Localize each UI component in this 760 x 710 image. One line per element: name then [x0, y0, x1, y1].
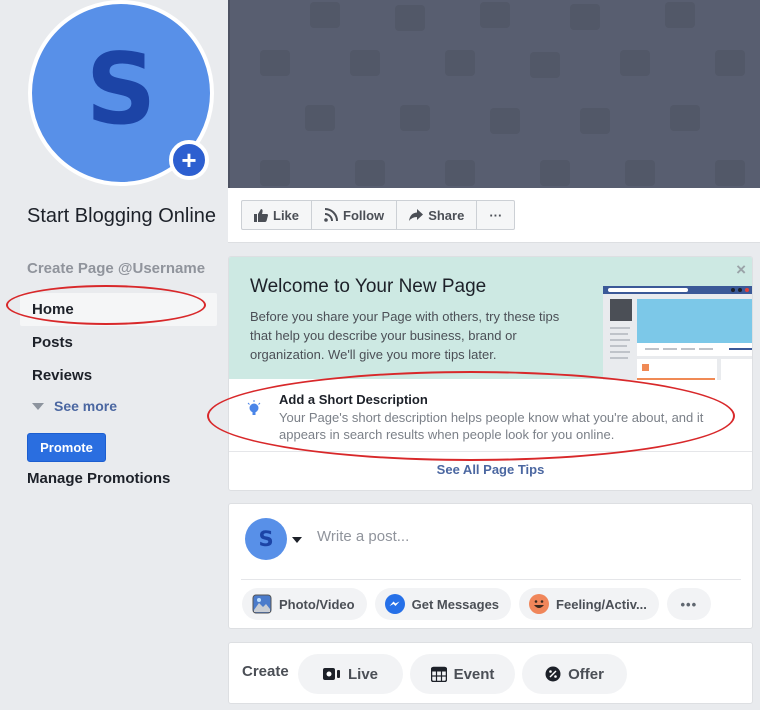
manage-promotions-link[interactable]: Manage Promotions	[27, 470, 170, 487]
more-dots-icon: ···	[489, 207, 503, 223]
cover-pattern	[400, 105, 430, 131]
more-dots-icon: •••	[680, 596, 698, 612]
rss-follow-icon	[324, 208, 339, 222]
cover-pattern	[350, 50, 380, 76]
photo-icon	[252, 594, 272, 614]
cover-pattern	[580, 108, 610, 134]
like-label: Like	[273, 207, 300, 223]
live-video-icon	[322, 668, 340, 680]
sidebar-item-home[interactable]: Home	[20, 293, 217, 326]
share-button[interactable]: Share	[397, 201, 478, 229]
sidebar-item-posts[interactable]: Posts	[20, 326, 217, 359]
see-more-label: See more	[54, 398, 118, 414]
sidebar-item-reviews[interactable]: Reviews	[20, 359, 217, 392]
cover-pattern	[665, 2, 695, 28]
live-label: Live	[347, 665, 378, 683]
follow-button[interactable]: Follow	[312, 201, 398, 229]
cover-pattern	[260, 50, 290, 76]
page-action-bar: Like Follow Share ···	[228, 188, 760, 243]
welcome-banner: Welcome to Your New Page Before you shar…	[229, 257, 752, 380]
tip-short-description[interactable]: Add a Short Description Your Page's shor…	[229, 379, 752, 452]
create-bar: Create Live Event Offer	[228, 642, 753, 704]
cover-pattern	[445, 50, 475, 76]
see-all-page-tips-link[interactable]: See All Page Tips	[229, 462, 752, 477]
cover-pattern	[620, 50, 650, 76]
composer-more-button[interactable]: •••	[666, 588, 711, 620]
page-sidebar: S + Start Blogging Online Create Page @U…	[0, 0, 228, 710]
share-arrow-icon	[409, 209, 424, 221]
see-more-link[interactable]: See more	[20, 392, 217, 420]
divider	[241, 579, 741, 580]
photo-video-label: Photo/Video	[279, 596, 355, 612]
cover-pattern	[570, 4, 600, 30]
cover-pattern	[445, 160, 475, 186]
cover-pattern	[715, 160, 745, 186]
offer-badge-icon	[545, 666, 561, 682]
cover-pattern	[625, 160, 655, 186]
feeling-activity-label: Feeling/Activ...	[556, 596, 647, 612]
tip-description: Your Page's short description helps peop…	[279, 410, 704, 442]
write-post-input[interactable]	[317, 528, 737, 545]
messenger-icon	[384, 594, 405, 614]
caret-down-icon	[32, 402, 44, 410]
cover-pattern	[540, 160, 570, 186]
create-offer-button[interactable]: Offer	[522, 654, 627, 694]
cover-photo[interactable]	[228, 0, 760, 188]
like-button[interactable]: Like	[242, 201, 313, 229]
photo-video-button[interactable]: Photo/Video	[242, 588, 367, 620]
add-profile-picture-button[interactable]: +	[169, 140, 209, 180]
create-live-button[interactable]: Live	[298, 654, 403, 694]
create-username-link[interactable]: Create Page @Username	[27, 260, 205, 277]
cover-pattern	[305, 105, 335, 131]
cover-pattern	[355, 160, 385, 186]
lightbulb-icon	[247, 400, 261, 415]
promote-button[interactable]: Promote	[27, 433, 106, 462]
smiley-icon	[529, 594, 550, 614]
cover-pattern	[260, 160, 290, 186]
cover-pattern	[490, 108, 520, 134]
composer-actions: Photo/Video Get Messages Feeling/Activ..…	[242, 588, 711, 620]
caret-down-icon[interactable]	[292, 537, 302, 543]
more-options-button[interactable]: ···	[477, 201, 514, 229]
welcome-text: Before you share your Page with others, …	[250, 309, 560, 362]
cover-pattern	[715, 50, 745, 76]
event-label: Event	[453, 665, 495, 683]
feeling-activity-button[interactable]: Feeling/Activ...	[519, 588, 659, 620]
welcome-card: Welcome to Your New Page Before you shar…	[228, 256, 753, 491]
create-label: Create	[242, 663, 289, 680]
get-messages-button[interactable]: Get Messages	[374, 588, 512, 620]
profile-letter: S	[85, 33, 157, 147]
cover-pattern	[530, 52, 560, 78]
offer-label: Offer	[568, 665, 604, 683]
composer-avatar[interactable]: S	[245, 518, 287, 560]
page-title: Start Blogging Online	[27, 205, 217, 227]
welcome-title: Welcome to Your New Page	[250, 276, 487, 297]
calendar-icon	[430, 666, 447, 682]
sidebar-nav: Home Posts Reviews See more	[20, 293, 217, 420]
get-messages-label: Get Messages	[411, 596, 500, 612]
plus-icon: +	[181, 145, 197, 175]
post-composer: S Photo/Video Get Messages Feeling/Activ…	[228, 503, 753, 629]
create-event-button[interactable]: Event	[410, 654, 515, 694]
cover-pattern	[480, 2, 510, 28]
cover-pattern	[395, 5, 425, 31]
create-actions: Live Event Offer	[298, 654, 627, 694]
close-icon[interactable]: ×	[736, 260, 746, 280]
page-preview-illustration	[603, 286, 752, 380]
cover-pattern	[310, 2, 340, 28]
cover-pattern	[670, 105, 700, 131]
follow-label: Follow	[343, 207, 385, 223]
page-actions: Like Follow Share ···	[241, 200, 516, 230]
share-label: Share	[428, 207, 465, 223]
tip-title: Add a Short Description	[279, 392, 428, 407]
thumbs-up-icon	[254, 208, 268, 222]
